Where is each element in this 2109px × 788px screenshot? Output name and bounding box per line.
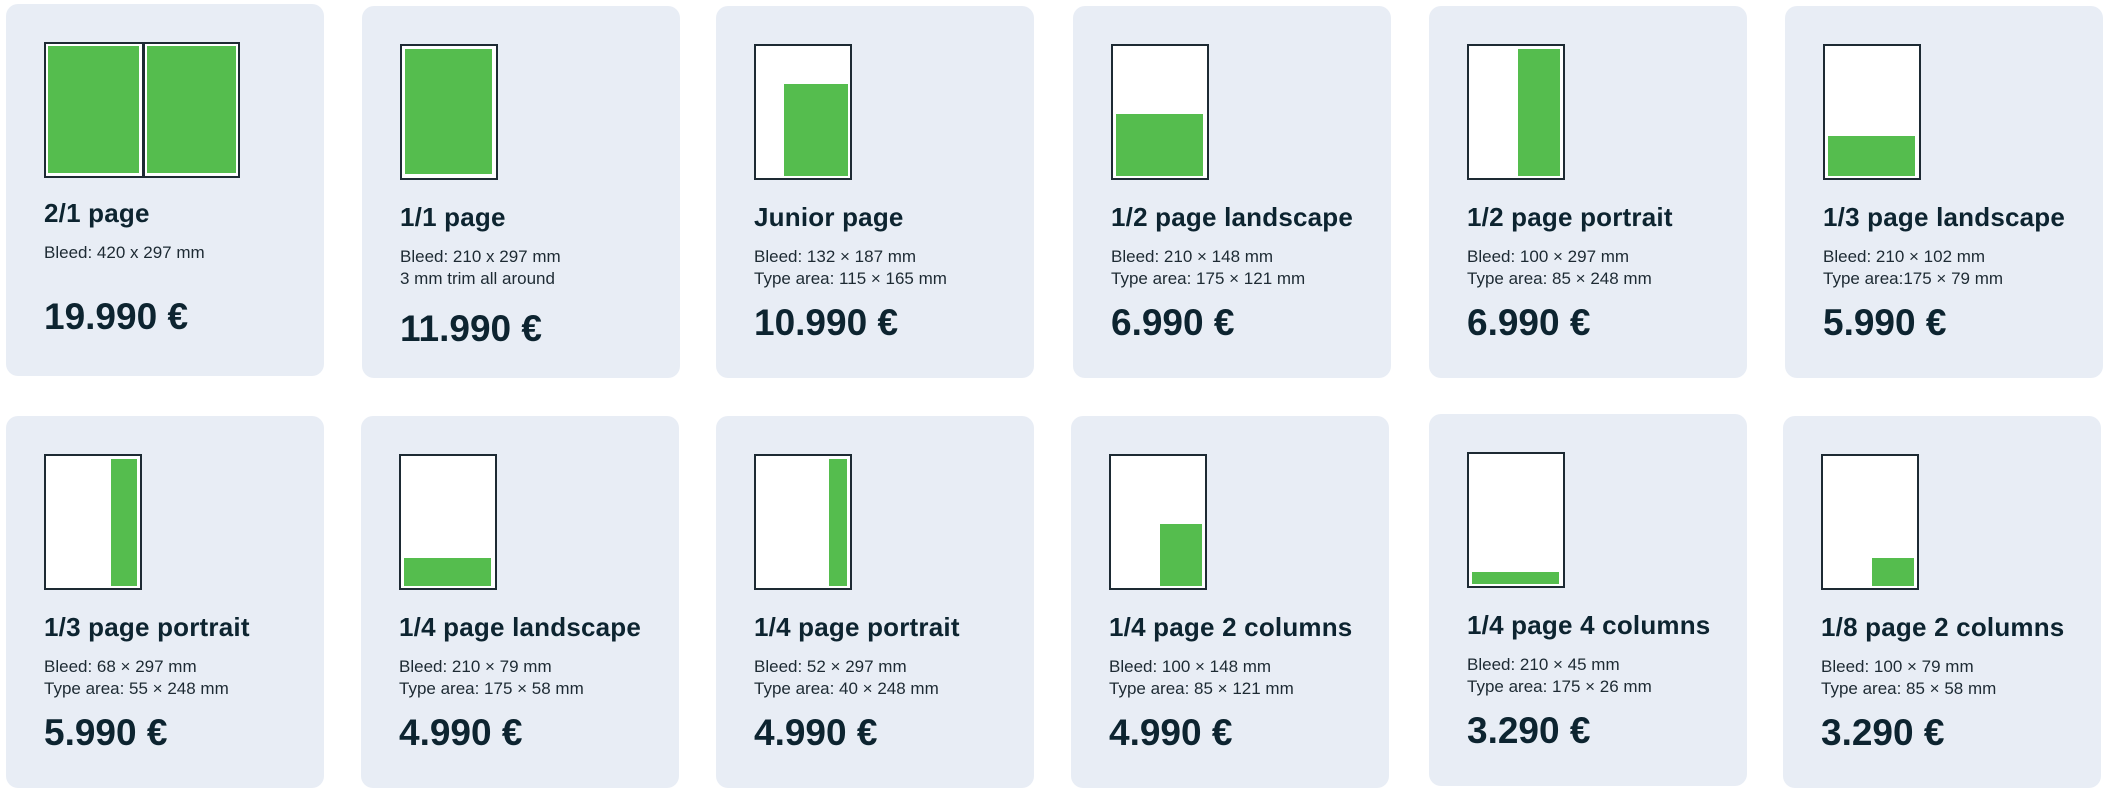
bleed-spec: Bleed: 132 × 187 mm [754, 247, 917, 266]
bleed-spec: Bleed: 100 × 79 mm [1821, 657, 1974, 676]
format-title: 1/2 page portrait [1467, 202, 1673, 232]
ad-area [1472, 572, 1559, 584]
bleed-spec: Bleed: 420 x 297 mm [44, 243, 205, 262]
format-price: 5.990 € [1823, 302, 1947, 343]
trim-spec: 3 mm trim all around [400, 269, 555, 288]
format-specs: Bleed: 100 × 79 mm Type area: 85 × 58 mm [1821, 656, 1996, 700]
format-title: 1/1 page [400, 202, 506, 232]
bleed-spec: Bleed: 210 × 102 mm [1823, 247, 1986, 266]
format-price: 19.990 € [44, 296, 189, 337]
format-price: 3.290 € [1467, 710, 1591, 751]
format-title: 1/4 page 2 columns [1109, 612, 1353, 642]
format-title: 1/4 page landscape [399, 612, 642, 642]
ad-format-card-quarter-page-2-columns[interactable]: 1/4 page 2 columns Bleed: 100 × 148 mm T… [1071, 416, 1389, 788]
ad-format-card-quarter-page-landscape[interactable]: 1/4 page landscape Bleed: 210 × 79 mm Ty… [361, 416, 679, 788]
spread-diagram-icon [44, 42, 240, 178]
ad-area [1160, 524, 1202, 586]
format-price: 4.990 € [1109, 712, 1233, 753]
ad-format-card-third-page-portrait[interactable]: 1/3 page portrait Bleed: 68 × 297 mm Typ… [6, 416, 324, 788]
bleed-spec: Bleed: 210 × 45 mm [1467, 655, 1620, 674]
format-specs: Bleed: 100 × 148 mm Type area: 85 × 121 … [1109, 656, 1294, 700]
ad-area [1518, 49, 1560, 176]
format-price: 5.990 € [44, 712, 168, 753]
format-title: 1/3 page landscape [1823, 202, 2066, 232]
page-diagram-icon [1821, 454, 1919, 590]
type-area-spec: Type area: 175 × 121 mm [1111, 269, 1306, 288]
format-specs: Bleed: 210 x 297 mm 3 mm trim all around [400, 246, 561, 290]
bleed-spec: Bleed: 100 × 148 mm [1109, 657, 1272, 676]
type-area-spec: Type area: 175 × 26 mm [1467, 677, 1652, 696]
format-title: 1/8 page 2 columns [1821, 612, 2065, 642]
ad-area [1116, 114, 1203, 176]
page-diagram-icon [400, 44, 498, 180]
type-area-spec: Type area: 85 × 121 mm [1109, 679, 1294, 698]
bleed-spec: Bleed: 210 × 148 mm [1111, 247, 1274, 266]
format-specs: Bleed: 210 × 102 mm Type area:175 × 79 m… [1823, 246, 2003, 290]
page-diagram-icon [1111, 44, 1209, 180]
format-specs: Bleed: 420 x 297 mm [44, 242, 205, 264]
format-price: 6.990 € [1111, 302, 1235, 343]
format-price: 6.990 € [1467, 302, 1591, 343]
format-specs: Bleed: 132 × 187 mm Type area: 115 × 165… [754, 246, 947, 290]
page-diagram-icon [1823, 44, 1921, 180]
page-diagram-icon [399, 454, 497, 590]
bleed-spec: Bleed: 210 x 297 mm [400, 247, 561, 266]
ad-area [1872, 558, 1914, 586]
format-price: 10.990 € [754, 302, 899, 343]
format-specs: Bleed: 210 × 79 mm Type area: 175 × 58 m… [399, 656, 584, 700]
ad-format-card-quarter-page-portrait[interactable]: 1/4 page portrait Bleed: 52 × 297 mm Typ… [716, 416, 1034, 788]
type-area-spec: Type area: 55 × 248 mm [44, 679, 229, 698]
format-price: 4.990 € [754, 712, 878, 753]
type-area-spec: Type area: 175 × 58 mm [399, 679, 584, 698]
ad-format-card-1-1-page[interactable]: 1/1 page Bleed: 210 x 297 mm 3 mm trim a… [362, 6, 680, 378]
format-title: 1/4 page 4 columns [1467, 610, 1711, 640]
format-specs: Bleed: 68 × 297 mm Type area: 55 × 248 m… [44, 656, 229, 700]
page-diagram-icon [1467, 452, 1565, 588]
ad-format-card-quarter-page-4-columns[interactable]: 1/4 page 4 columns Bleed: 210 × 45 mm Ty… [1429, 414, 1747, 786]
ad-format-card-half-page-landscape[interactable]: 1/2 page landscape Bleed: 210 × 148 mm T… [1073, 6, 1391, 378]
type-area-spec: Type area: 85 × 58 mm [1821, 679, 1997, 698]
spread-spine [142, 44, 145, 176]
format-price: 11.990 € [400, 308, 542, 349]
ad-area [404, 558, 491, 586]
format-title: 1/4 page portrait [754, 612, 960, 642]
ad-area [405, 49, 492, 174]
ad-format-card-2-1-page[interactable]: 2/1 page Bleed: 420 x 297 mm 19.990 € [6, 4, 324, 376]
ad-area [111, 459, 137, 586]
bleed-spec: Bleed: 100 × 297 mm [1467, 247, 1630, 266]
page-diagram-icon [1467, 44, 1565, 180]
format-specs: Bleed: 100 × 297 mm Type area: 85 × 248 … [1467, 246, 1652, 290]
bleed-spec: Bleed: 52 × 297 mm [754, 657, 907, 676]
format-title: 2/1 page [44, 198, 150, 228]
ad-area [829, 459, 847, 586]
ad-area [784, 84, 848, 176]
page-diagram-icon [1109, 454, 1207, 590]
page-diagram-icon [754, 454, 852, 590]
ad-area [1828, 136, 1915, 176]
format-title: 1/2 page landscape [1111, 202, 1354, 232]
ad-area-left [48, 46, 139, 173]
format-specs: Bleed: 52 × 297 mm Type area: 40 × 248 m… [754, 656, 939, 700]
format-price: 4.990 € [399, 712, 523, 753]
type-area-spec: Type area: 115 × 165 mm [754, 269, 947, 288]
bleed-spec: Bleed: 210 × 79 mm [399, 657, 552, 676]
ad-area-right [147, 46, 236, 173]
ad-format-card-eighth-page-2-columns[interactable]: 1/8 page 2 columns Bleed: 100 × 79 mm Ty… [1783, 416, 2101, 788]
type-area-spec: Type area:175 × 79 mm [1823, 269, 2004, 288]
format-title: 1/3 page portrait [44, 612, 250, 642]
format-title: Junior page [754, 202, 904, 232]
type-area-spec: Type area: 40 × 248 mm [754, 679, 939, 698]
page-diagram-icon [754, 44, 852, 180]
format-specs: Bleed: 210 × 148 mm Type area: 175 × 121… [1111, 246, 1305, 290]
ad-format-card-half-page-portrait[interactable]: 1/2 page portrait Bleed: 100 × 297 mm Ty… [1429, 6, 1747, 378]
ad-format-card-junior-page[interactable]: Junior page Bleed: 132 × 187 mm Type are… [716, 6, 1034, 378]
ad-format-card-third-page-landscape[interactable]: 1/3 page landscape Bleed: 210 × 102 mm T… [1785, 6, 2103, 378]
format-price: 3.290 € [1821, 712, 1945, 753]
bleed-spec: Bleed: 68 × 297 mm [44, 657, 197, 676]
type-area-spec: Type area: 85 × 248 mm [1467, 269, 1652, 288]
format-specs: Bleed: 210 × 45 mm Type area: 175 × 26 m… [1467, 654, 1652, 698]
page-diagram-icon [44, 454, 142, 590]
